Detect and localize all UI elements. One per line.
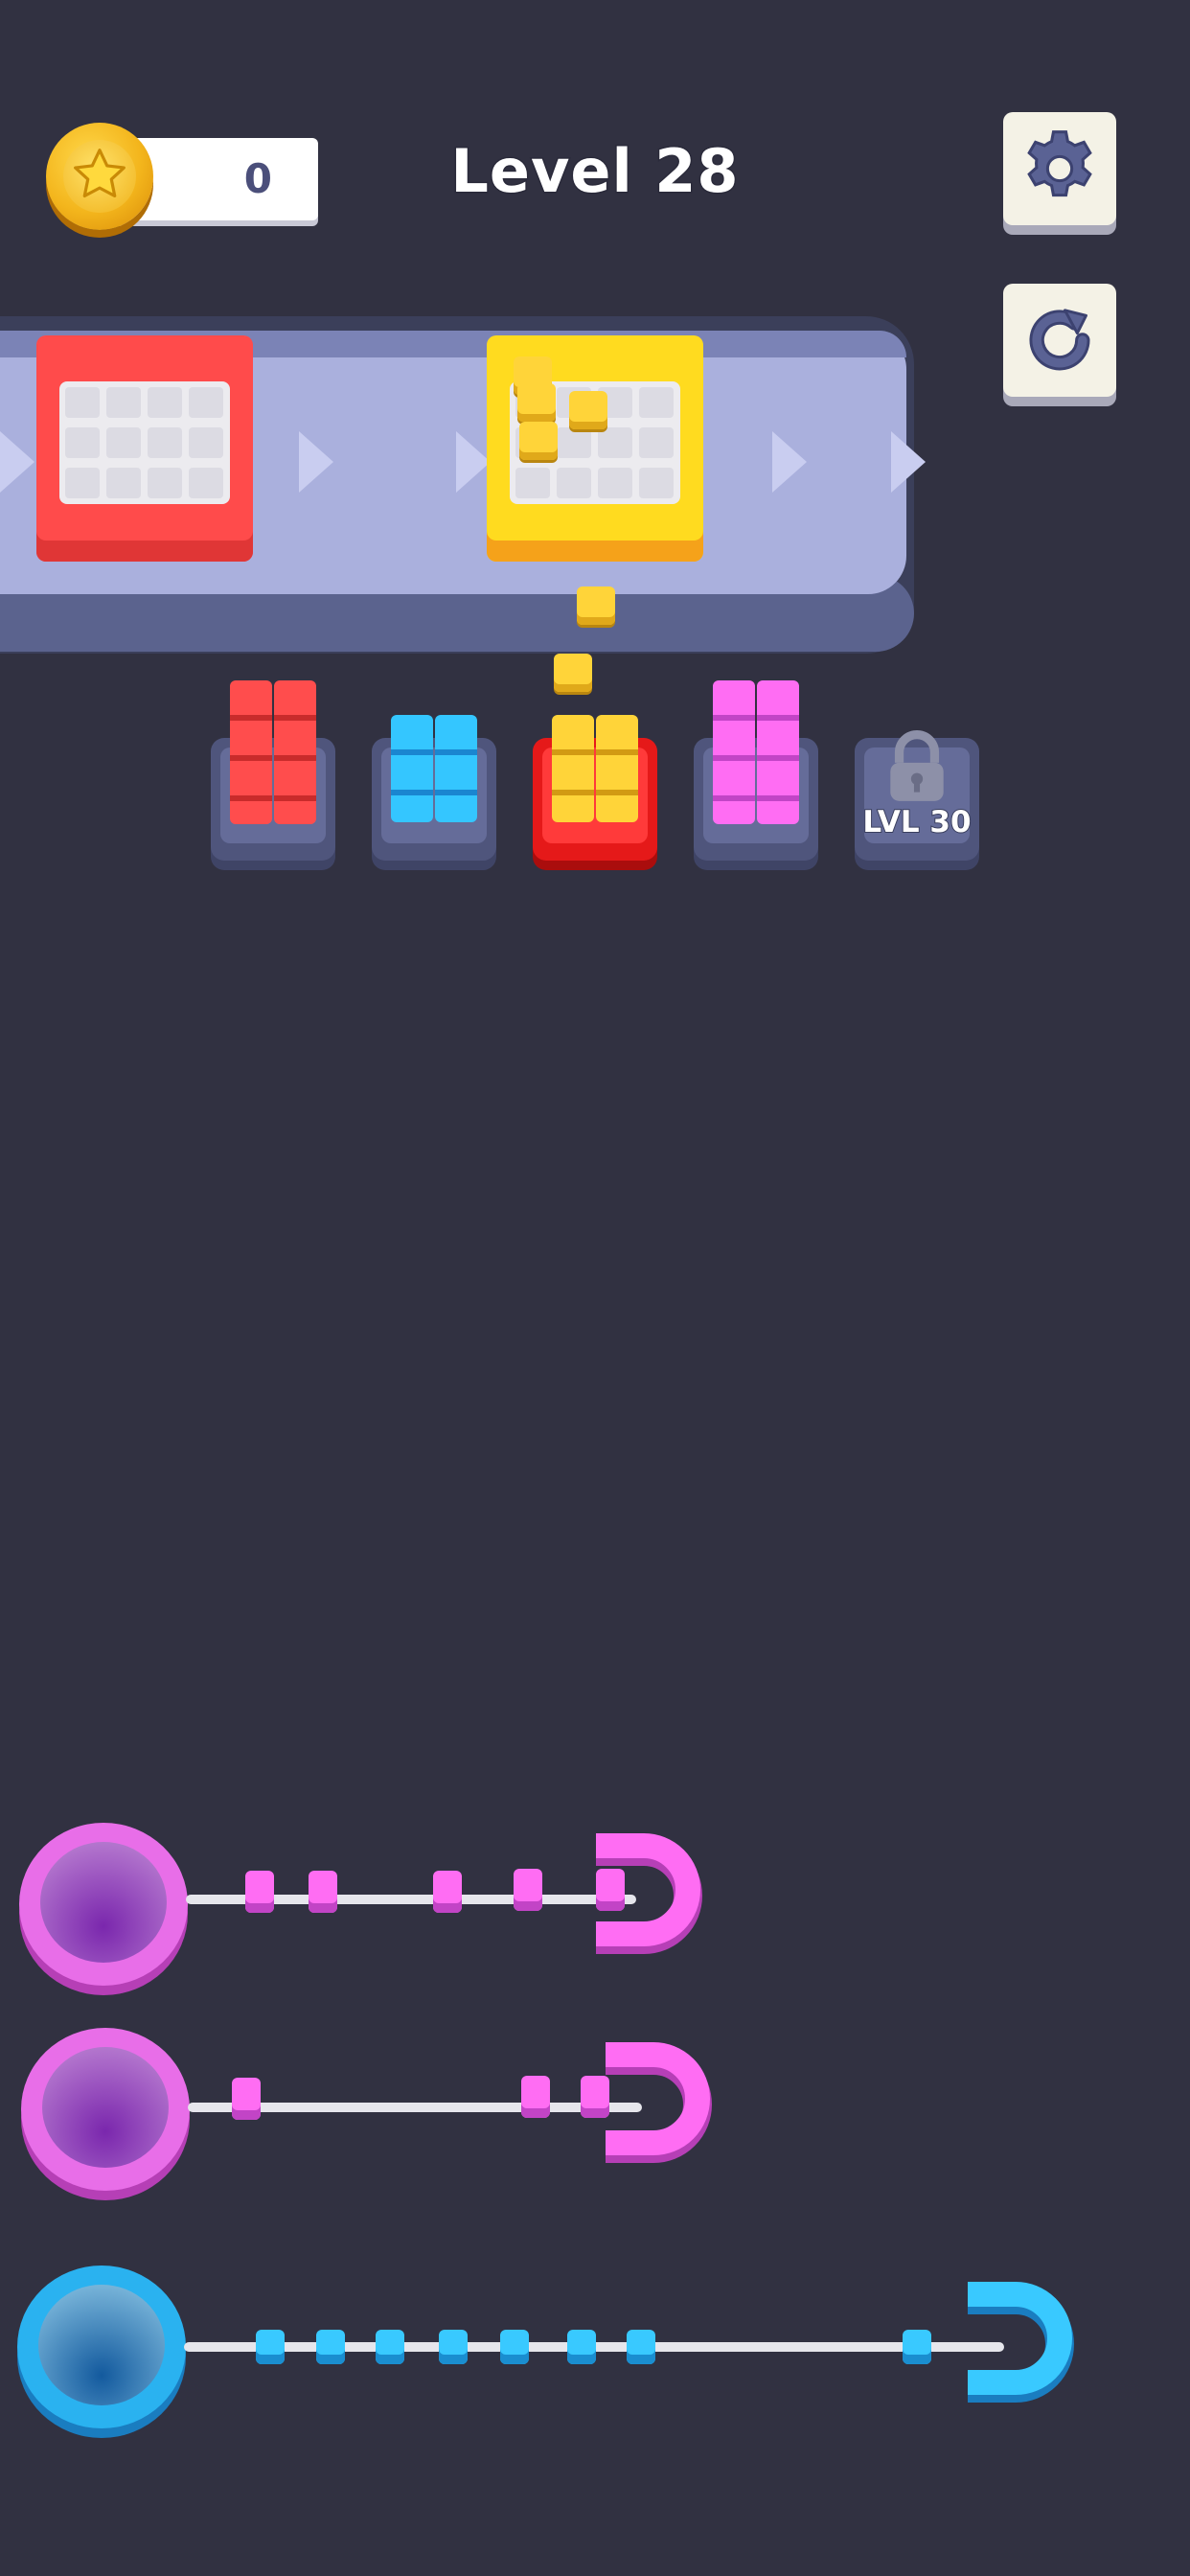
arrow-right-icon	[0, 431, 34, 493]
slot-yellow-active[interactable]	[533, 715, 657, 861]
star-icon	[74, 149, 126, 197]
blue-bead	[500, 2330, 529, 2364]
level-title: Level 28	[449, 135, 740, 208]
gear-icon	[1027, 130, 1092, 197]
slot-red[interactable]	[211, 680, 335, 861]
lock-level-label: LVL 30	[861, 804, 972, 840]
blue-spool-center	[38, 2285, 165, 2405]
slot-blue[interactable]	[372, 715, 496, 861]
arrow-right-icon	[772, 431, 807, 493]
arrow-right-icon	[456, 431, 491, 493]
slot-locked	[855, 730, 979, 861]
restart-button[interactable]	[1003, 284, 1116, 397]
conveyor-box-red	[36, 335, 253, 562]
yellow-cube	[517, 383, 556, 422]
pink-bead	[521, 2076, 550, 2118]
pink-magnet-icon[interactable]	[586, 1823, 707, 1957]
slot-pink[interactable]	[694, 680, 818, 861]
restart-icon	[1029, 309, 1090, 371]
pink-bead	[232, 2078, 261, 2120]
pink-bead	[514, 1869, 542, 1911]
pink-bead	[245, 1871, 274, 1913]
arrow-right-icon	[891, 431, 926, 493]
pink-magnet-icon[interactable]	[596, 2032, 717, 2166]
pink-spool-center	[42, 2047, 169, 2168]
settings-button[interactable]	[1003, 112, 1116, 225]
pink-bead	[309, 1871, 337, 1913]
blue-bead	[627, 2330, 655, 2364]
blue-magnet-icon[interactable]	[958, 2271, 1079, 2405]
box-tray	[59, 381, 230, 504]
lock-icon	[890, 730, 944, 801]
blue-bead	[567, 2330, 596, 2364]
blue-bead	[439, 2330, 468, 2364]
pink-bead	[433, 1871, 462, 1913]
blue-bead	[903, 2330, 931, 2364]
blue-bead	[376, 2330, 404, 2364]
arrow-right-icon	[299, 431, 333, 493]
blue-bead	[316, 2330, 345, 2364]
yellow-cube	[577, 586, 615, 625]
blue-bead	[256, 2330, 285, 2364]
yellow-cube	[554, 654, 592, 692]
yellow-cube	[569, 391, 607, 429]
pink-spool-center	[40, 1842, 167, 1963]
yellow-cube	[519, 422, 558, 460]
